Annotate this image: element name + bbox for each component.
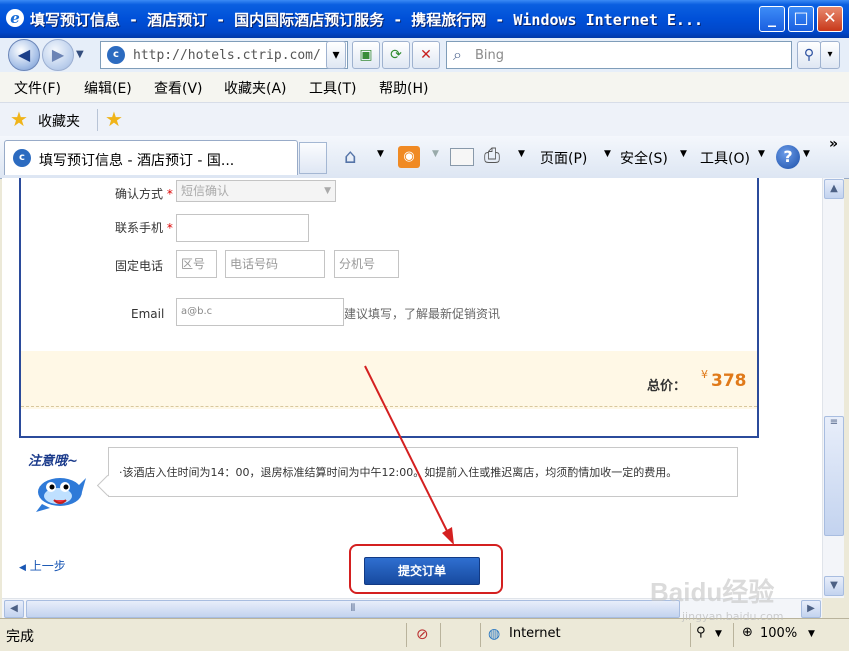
add-favorites-icon[interactable]: ★ bbox=[105, 107, 123, 131]
favorites-bar: ★ 收藏夹 ★ bbox=[0, 102, 849, 138]
maximize-button[interactable]: □ bbox=[788, 6, 814, 32]
zoom-level[interactable]: 100% bbox=[760, 626, 797, 641]
status-separator bbox=[480, 623, 481, 647]
search-button-icon[interactable]: ⚲ bbox=[797, 41, 821, 69]
tools-dropdown-icon[interactable]: ▼ bbox=[758, 149, 765, 159]
safety-menu-button[interactable]: 安全(S) bbox=[620, 148, 668, 168]
menu-view[interactable]: 查看(V) bbox=[154, 78, 203, 98]
annotation-arrow bbox=[364, 365, 454, 545]
refresh-icon[interactable]: ⟳ bbox=[382, 41, 410, 69]
status-separator bbox=[733, 623, 734, 647]
watermark-logo: Baidu经验 bbox=[650, 577, 775, 607]
address-dropdown-icon[interactable]: ▾ bbox=[326, 41, 346, 69]
help-icon[interactable]: ? bbox=[776, 145, 800, 169]
new-tab-button[interactable] bbox=[299, 142, 327, 174]
rss-dropdown-icon[interactable]: ▼ bbox=[432, 149, 439, 159]
security-zone-label: Internet bbox=[509, 626, 561, 641]
ie-logo-icon: e bbox=[6, 9, 24, 27]
minimize-button[interactable]: _ bbox=[759, 6, 785, 32]
ctrip-favicon-icon: c bbox=[107, 46, 125, 64]
watermark-url: jingyan.baidu.com bbox=[682, 610, 784, 623]
home-dropdown-icon[interactable]: ▼ bbox=[377, 149, 384, 159]
magnifier-icon: ⌕ bbox=[453, 45, 462, 64]
favorites-star-icon[interactable]: ★ bbox=[10, 107, 28, 131]
page-viewport: 确认方式 * 短信确认 ▼ 联系手机 * 固定电话 区号 电话号码 分机号 Em… bbox=[2, 178, 822, 598]
page-dropdown-icon[interactable]: ▼ bbox=[604, 149, 611, 159]
search-options-icon[interactable]: ▾ bbox=[820, 41, 840, 69]
search-input[interactable]: ⌕ Bing bbox=[446, 41, 792, 69]
menu-tools[interactable]: 工具(T) bbox=[309, 78, 356, 98]
read-mail-icon[interactable] bbox=[450, 148, 474, 166]
privacy-report-icon[interactable]: ⊘ bbox=[416, 625, 429, 643]
protected-dropdown-icon[interactable]: ▼ bbox=[715, 629, 722, 639]
zoom-dropdown-icon[interactable]: ▼ bbox=[808, 629, 815, 639]
tab-favicon-icon: c bbox=[13, 149, 31, 167]
back-nav-button[interactable]: ◀ bbox=[8, 39, 40, 71]
more-commands-icon[interactable]: » bbox=[829, 136, 838, 152]
scroll-down-icon[interactable]: ▼ bbox=[824, 576, 844, 596]
tab-title: 填写预订信息 - 酒店预订 - 国... bbox=[39, 153, 235, 169]
search-placeholder: Bing bbox=[475, 48, 505, 63]
home-icon[interactable]: ⌂ bbox=[344, 144, 357, 168]
window-title: 填写预订信息 - 酒店预订 - 国内国际酒店预订服务 - 携程旅行网 - Win… bbox=[30, 11, 704, 29]
favorites-label[interactable]: 收藏夹 bbox=[38, 111, 80, 131]
recent-pages-dropdown-icon[interactable]: ▼ bbox=[76, 49, 84, 60]
close-button[interactable]: ✕ bbox=[817, 6, 843, 32]
address-row: ◀ ▶ ▼ c http://hotels.ctrip.com/ ▾ ▣ ⟳ ✕… bbox=[0, 38, 849, 73]
address-bar[interactable]: c http://hotels.ctrip.com/ bbox=[100, 41, 348, 69]
status-separator bbox=[440, 623, 441, 647]
menu-help[interactable]: 帮助(H) bbox=[379, 78, 428, 98]
menu-favorites[interactable]: 收藏夹(A) bbox=[224, 78, 287, 98]
tab-active[interactable]: c 填写预订信息 - 酒店预订 - 国... bbox=[4, 140, 298, 175]
protected-mode-icon[interactable]: ⚲ bbox=[696, 625, 706, 640]
tools-menu-button[interactable]: 工具(O) bbox=[700, 148, 750, 168]
status-separator bbox=[690, 623, 691, 647]
scroll-right-icon[interactable]: ▶ bbox=[801, 600, 821, 618]
url-text[interactable]: http://hotels.ctrip.com/ bbox=[133, 48, 321, 63]
favorites-divider bbox=[97, 109, 98, 131]
rss-feed-icon[interactable]: ◉ bbox=[398, 146, 420, 168]
forward-nav-button[interactable]: ▶ bbox=[42, 39, 74, 71]
safety-dropdown-icon[interactable]: ▼ bbox=[680, 149, 687, 159]
menu-bar: 文件(F) 编辑(E) 查看(V) 收藏夹(A) 工具(T) 帮助(H) bbox=[0, 72, 849, 102]
page-menu-button[interactable]: 页面(P) bbox=[540, 148, 587, 168]
scroll-left-icon[interactable]: ◀ bbox=[4, 600, 24, 618]
zoom-icon[interactable]: ⊕ bbox=[742, 625, 753, 640]
title-bar: e 填写预订信息 - 酒店预订 - 国内国际酒店预订服务 - 携程旅行网 - W… bbox=[0, 0, 849, 38]
tab-row: c 填写预订信息 - 酒店预订 - 国... ⌂ ▼ ◉ ▼ ⎙ ▼ 页面(P)… bbox=[0, 136, 849, 179]
status-text: 完成 bbox=[6, 629, 34, 645]
print-icon[interactable]: ⎙ bbox=[484, 143, 500, 167]
horizontal-scroll-thumb[interactable]: ⦀ bbox=[26, 600, 680, 618]
menu-edit[interactable]: 编辑(E) bbox=[84, 78, 132, 98]
vertical-scroll-thumb[interactable]: ≡ bbox=[824, 416, 844, 536]
scroll-up-icon[interactable]: ▲ bbox=[824, 179, 844, 199]
print-dropdown-icon[interactable]: ▼ bbox=[518, 149, 525, 159]
help-dropdown-icon[interactable]: ▼ bbox=[803, 149, 810, 159]
vertical-scrollbar[interactable]: ▲ ≡ ▼ bbox=[822, 178, 844, 598]
stop-icon[interactable]: ✕ bbox=[412, 41, 440, 69]
status-separator bbox=[406, 623, 407, 647]
compatibility-view-icon[interactable]: ▣ bbox=[352, 41, 380, 69]
internet-zone-globe-icon: ◍ bbox=[488, 626, 501, 642]
menu-file[interactable]: 文件(F) bbox=[14, 78, 61, 98]
